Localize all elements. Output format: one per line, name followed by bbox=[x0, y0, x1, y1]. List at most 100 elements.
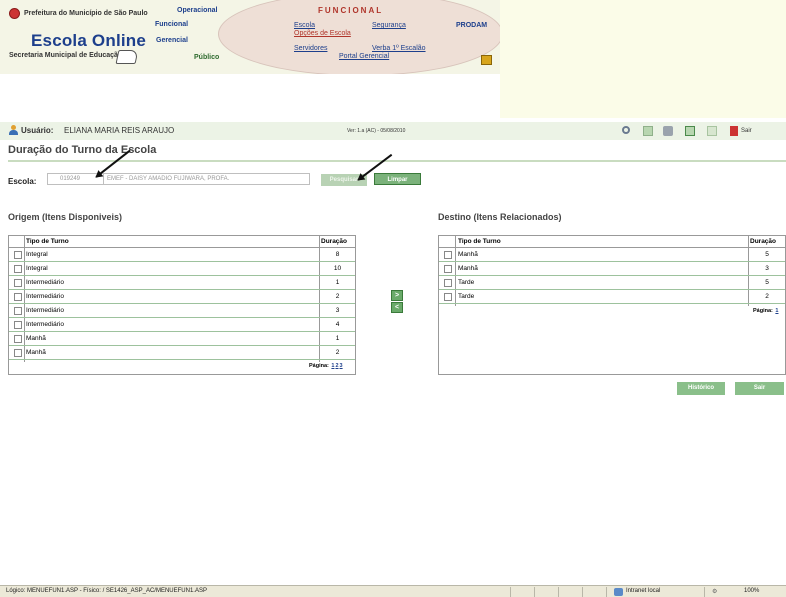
header-banner: Prefeitura do Município de São Paulo Esc… bbox=[0, 0, 503, 76]
origem-page-link[interactable]: 2 bbox=[335, 363, 338, 369]
sair-button[interactable]: Sair bbox=[735, 382, 784, 395]
historico-button[interactable]: Histórico bbox=[677, 382, 725, 395]
link-servidores[interactable]: Servidores bbox=[294, 45, 327, 52]
menu-gerencial[interactable]: Gerencial bbox=[156, 37, 188, 44]
app-logo[interactable]: Escola Online bbox=[31, 31, 146, 51]
user-name: ELIANA MARIA REIS ARAUJO bbox=[64, 126, 175, 135]
grid-icon[interactable] bbox=[707, 126, 717, 136]
origem-row-checkbox[interactable] bbox=[14, 335, 22, 343]
origem-table-row[interactable]: Manhã 1 bbox=[9, 332, 355, 346]
destino-cell-duracao: 5 bbox=[765, 251, 769, 258]
escola-label: Escola: bbox=[8, 177, 37, 186]
menu-publico[interactable]: Público bbox=[194, 54, 219, 61]
destino-pagination: Página: 1 bbox=[753, 308, 778, 314]
origem-table-row[interactable]: Intermediário 3 bbox=[9, 304, 355, 318]
prodam-logo[interactable]: PRODAM bbox=[456, 22, 487, 29]
destino-row-checkbox[interactable] bbox=[444, 265, 452, 273]
print-icon[interactable] bbox=[663, 126, 673, 136]
origem-row-checkbox[interactable] bbox=[14, 321, 22, 329]
destino-table-row[interactable]: Manhã 5 bbox=[439, 248, 785, 262]
origem-cell-duracao: 4 bbox=[335, 321, 340, 328]
status-separator bbox=[606, 587, 607, 597]
page-title: Duração do Turno da Escola bbox=[8, 144, 157, 156]
destino-cell-tipo: Tarde bbox=[458, 293, 475, 300]
header-spacer bbox=[0, 74, 500, 118]
exit-icon[interactable] bbox=[730, 126, 738, 136]
destino-table-row[interactable]: Manhã 3 bbox=[439, 262, 785, 276]
origem-cell-tipo: Intermediário bbox=[26, 307, 64, 314]
origem-page-link[interactable]: 1 bbox=[331, 363, 334, 369]
prefeitura-name: Prefeitura do Município de São Paulo bbox=[24, 10, 148, 17]
origem-row-checkbox[interactable] bbox=[14, 279, 22, 287]
destino-row-checkbox[interactable] bbox=[444, 293, 452, 301]
status-separator bbox=[510, 587, 511, 597]
destino-page-link[interactable]: 1 bbox=[775, 308, 778, 314]
menu-operacional[interactable]: Operacional bbox=[177, 7, 217, 14]
link-verba[interactable]: Verba 1º Escalão bbox=[372, 45, 426, 52]
link-portal-gerencial[interactable]: Portal Gerencial bbox=[339, 53, 389, 60]
user-icon bbox=[9, 125, 18, 135]
origem-cell-tipo: Manhã bbox=[26, 349, 46, 356]
destino-cell-duracao: 2 bbox=[765, 293, 769, 300]
origem-table: Tipo de Turno Duração Integral 8 Integral 1… bbox=[8, 235, 356, 375]
origem-row-checkbox[interactable] bbox=[14, 265, 22, 273]
origem-cell-tipo: Intermediário bbox=[26, 321, 64, 328]
export-icon[interactable] bbox=[685, 126, 695, 136]
intranet-zone-icon bbox=[614, 588, 623, 596]
link-opcoes-escola[interactable]: Opções de Escola bbox=[294, 30, 351, 37]
version-info: Ver: 1.a (AC) - 05/08/2010 bbox=[347, 128, 406, 134]
user-label: Usuário: bbox=[21, 126, 54, 135]
origem-pagination: Página: 123 bbox=[309, 363, 343, 369]
link-seguranca[interactable]: Segurança bbox=[372, 22, 406, 29]
destino-cell-duracao: 5 bbox=[765, 279, 769, 286]
origem-cell-duracao: 2 bbox=[335, 293, 340, 300]
origem-table-row[interactable]: Intermediário 4 bbox=[9, 318, 355, 332]
origem-table-row[interactable]: Integral 8 bbox=[9, 248, 355, 262]
destino-table-row[interactable]: Tarde 2 bbox=[439, 290, 785, 304]
origem-cell-tipo: Integral bbox=[26, 251, 48, 258]
origem-cell-duracao: 3 bbox=[335, 307, 340, 314]
origem-table-row[interactable]: Manhã 2 bbox=[9, 346, 355, 360]
origem-pagination-label: Página: bbox=[309, 363, 329, 369]
zoom-level[interactable]: 100% bbox=[744, 588, 759, 594]
origem-cell-duracao: 1 bbox=[335, 335, 340, 342]
status-separator bbox=[582, 587, 583, 597]
destino-row-checkbox[interactable] bbox=[444, 251, 452, 259]
secretaria-name: Secretaria Municipal de Educação bbox=[9, 52, 123, 59]
destino-table-header: Tipo de Turno Duração bbox=[439, 236, 785, 248]
origem-row-checkbox[interactable] bbox=[14, 349, 22, 357]
sair-link[interactable]: Sair bbox=[741, 128, 752, 134]
origem-table-row[interactable]: Intermediário 2 bbox=[9, 290, 355, 304]
section-title: FUNCIONAL bbox=[318, 6, 384, 15]
user-bar: Usuário: ELIANA MARIA REIS ARAUJO Ver: 1… bbox=[0, 122, 786, 140]
destino-table: Tipo de Turno Duração Manhã 5 Manhã 3 Tarde 5… bbox=[438, 235, 786, 375]
destino-cell-tipo: Manhã bbox=[458, 251, 478, 258]
destino-table-row[interactable]: Tarde 5 bbox=[439, 276, 785, 290]
protected-mode-icon[interactable]: ⚙ bbox=[712, 588, 717, 595]
menu-funcional[interactable]: Funcional bbox=[155, 21, 188, 28]
origem-row-checkbox[interactable] bbox=[14, 293, 22, 301]
origem-table-row[interactable]: Intermediário 1 bbox=[9, 276, 355, 290]
origem-cell-tipo: Integral bbox=[26, 265, 48, 272]
origem-table-row[interactable]: Integral 10 bbox=[9, 262, 355, 276]
link-escola[interactable]: Escola bbox=[294, 22, 315, 29]
origem-page-link[interactable]: 3 bbox=[340, 363, 343, 369]
origem-cell-duracao: 1 bbox=[335, 279, 340, 286]
destino-cell-tipo: Tarde bbox=[458, 279, 475, 286]
status-separator bbox=[558, 587, 559, 597]
origem-row-checkbox[interactable] bbox=[14, 307, 22, 315]
origem-col-duracao: Duração bbox=[321, 238, 348, 245]
status-separator bbox=[534, 587, 535, 597]
header-right-panel bbox=[500, 0, 786, 118]
move-right-button[interactable]: > bbox=[391, 290, 403, 301]
box-icon[interactable] bbox=[481, 55, 492, 65]
origem-row-checkbox[interactable] bbox=[14, 251, 22, 259]
destino-row-checkbox[interactable] bbox=[444, 279, 452, 287]
limpar-button[interactable]: Limpar bbox=[374, 173, 421, 185]
document-icon[interactable] bbox=[643, 126, 653, 136]
search-icon[interactable] bbox=[622, 126, 630, 134]
origem-cell-duracao: 2 bbox=[335, 349, 340, 356]
destino-col-tipo: Tipo de Turno bbox=[458, 238, 501, 245]
move-left-button[interactable]: < bbox=[391, 302, 403, 313]
escola-name-field[interactable]: EMEF - DAISY AMADIO FUJIWARA, PROFA. bbox=[103, 173, 310, 185]
